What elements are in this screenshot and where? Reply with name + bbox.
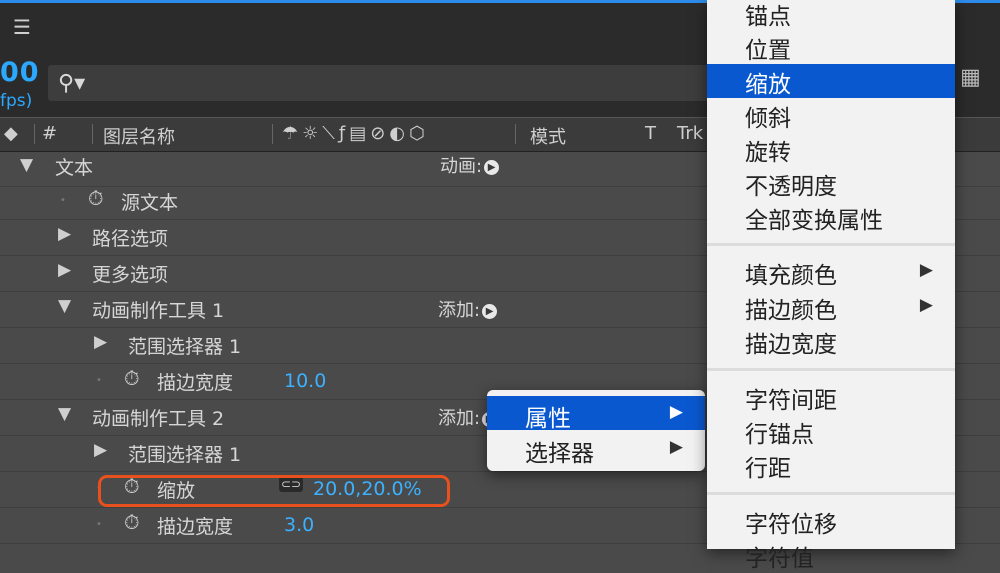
menu-item-label: 全部变换属性 [745, 208, 883, 234]
animator-name: 动画制作工具 2 [92, 408, 225, 430]
menu-item-label: 不透明度 [745, 174, 837, 200]
group-name-text: 文本 [55, 157, 94, 179]
search-icon[interactable]: ⚲▾ [58, 71, 85, 96]
animate-label: 动画: [440, 156, 483, 177]
menu-item-label: 锚点 [745, 4, 791, 30]
stopwatch-icon[interactable]: ⏱ [124, 366, 140, 390]
column-divider [34, 124, 35, 144]
panel-menu-icon[interactable]: ☰ [13, 17, 31, 37]
column-trkmat-header[interactable]: Trk [677, 123, 703, 144]
menu-item-property[interactable]: 属性 ▶ [487, 396, 705, 432]
submenu-arrow-icon: ▶ [919, 260, 933, 280]
menu-item-label: 缩放 [745, 72, 791, 98]
play-circle-icon[interactable]: ▶ [484, 160, 500, 175]
add-label: 添加: [438, 408, 481, 429]
menu-item-skew[interactable]: 倾斜 [707, 98, 955, 132]
annotation-highlight-ring [98, 475, 450, 507]
menu-item-line-spacing[interactable]: 行距 [707, 448, 955, 482]
menu-item-label: 行锚点 [745, 422, 814, 448]
column-number-header[interactable]: # [42, 123, 57, 144]
bullet-icon: • [96, 375, 102, 386]
property-submenu: 锚点 位置 缩放 倾斜 旋转 不透明度 全部变换属性 填充颜色 ▶ 描边颜色 ▶ 描… [707, 0, 955, 572]
property-value[interactable]: 10.0 [284, 370, 326, 392]
expand-triangle-icon[interactable]: ▼ [20, 155, 33, 175]
menu-item-position[interactable]: 位置 [707, 30, 955, 64]
collapse-triangle-icon[interactable]: ▶ [58, 224, 71, 244]
frame-rate-label: fps) [0, 91, 33, 111]
menu-item-label: 行距 [745, 456, 791, 482]
menu-item-label: 旋转 [745, 140, 791, 166]
menu-item-tracking[interactable]: 字符间距 [707, 380, 955, 414]
menu-item-label: 描边颜色 [745, 298, 837, 324]
menu-item-opacity[interactable]: 不透明度 [707, 166, 955, 200]
menu-item-all-transform[interactable]: 全部变换属性 [707, 200, 955, 234]
menu-item-selector[interactable]: 选择器 ▶ [487, 431, 705, 467]
menu-item-label: 字符位移 [745, 512, 837, 538]
submenu-arrow-icon: ▶ [669, 402, 683, 422]
add-button[interactable]: 添加:▶ [438, 296, 498, 322]
menu-item-label: 位置 [745, 38, 791, 64]
switches-header-icons[interactable]: ☂☼⟍ƒ▤⊘◐⬡ [282, 123, 429, 144]
current-time-display[interactable]: 00 [0, 57, 40, 88]
menu-item-label: 选择器 [525, 441, 594, 467]
column-divider [272, 124, 273, 144]
menu-item-label: 描边宽度 [745, 332, 837, 358]
column-divider [92, 124, 93, 144]
submenu-arrow-icon: ▶ [669, 437, 683, 457]
group-name: 路径选项 [92, 228, 169, 250]
menu-divider [707, 368, 955, 371]
submenu-arrow-icon: ▶ [919, 295, 933, 315]
menu-item-character-offset[interactable]: 字符位移 [707, 504, 955, 538]
menu-divider [707, 243, 955, 246]
layer-search-input[interactable]: ⚲▾ [48, 65, 718, 101]
collapse-triangle-icon[interactable]: ▶ [58, 260, 71, 280]
expand-triangle-icon[interactable]: ▼ [58, 404, 71, 424]
stopwatch-icon[interactable]: ⏱ [88, 186, 104, 210]
stopwatch-icon[interactable]: ⏱ [124, 510, 140, 534]
menu-divider [707, 492, 955, 495]
menu-item-fill-color[interactable]: 填充颜色 ▶ [707, 255, 955, 289]
selector-name: 范围选择器 1 [128, 336, 242, 358]
property-name: 描边宽度 [157, 516, 234, 538]
menu-item-scale[interactable]: 缩放 [707, 64, 955, 98]
menu-item-character-value[interactable]: 字符值 [707, 538, 955, 572]
collapse-triangle-icon[interactable]: ▶ [94, 440, 107, 460]
label-tag-icon[interactable]: ◆ [4, 123, 18, 144]
menu-item-label: 倾斜 [745, 106, 791, 132]
menu-item-rotation[interactable]: 旋转 [707, 132, 955, 166]
menu-item-label: 属性 [525, 406, 571, 432]
play-circle-icon[interactable]: ▶ [482, 304, 498, 319]
add-label: 添加: [438, 300, 481, 321]
column-t-header[interactable]: T [645, 123, 656, 144]
menu-item-anchor-point[interactable]: 锚点 [707, 0, 955, 30]
animator-name: 动画制作工具 1 [92, 300, 225, 322]
menu-item-stroke-color[interactable]: 描边颜色 ▶ [707, 290, 955, 324]
property-name: 描边宽度 [157, 372, 234, 394]
property-name: 源文本 [121, 192, 179, 214]
column-layer-name-header[interactable]: 图层名称 [103, 123, 175, 149]
group-name: 更多选项 [92, 264, 169, 286]
column-mode-header[interactable]: 模式 [530, 123, 566, 149]
add-context-menu: 属性 ▶ 选择器 ▶ [487, 390, 705, 471]
bullet-icon: • [60, 195, 66, 206]
column-divider [515, 124, 516, 144]
menu-item-label: 字符值 [745, 546, 814, 572]
animate-button[interactable]: 动画: ▶ [440, 152, 500, 178]
menu-item-line-anchor[interactable]: 行锚点 [707, 414, 955, 448]
bullet-icon: • [96, 519, 102, 530]
expand-triangle-icon[interactable]: ▼ [58, 296, 71, 316]
menu-item-stroke-width[interactable]: 描边宽度 [707, 324, 955, 358]
property-value[interactable]: 3.0 [284, 514, 314, 536]
menu-item-label: 字符间距 [745, 388, 837, 414]
collapse-triangle-icon[interactable]: ▶ [94, 332, 107, 352]
menu-item-label: 填充颜色 [745, 263, 837, 289]
timeline-right-area [955, 0, 1000, 549]
selector-name: 范围选择器 1 [128, 444, 242, 466]
